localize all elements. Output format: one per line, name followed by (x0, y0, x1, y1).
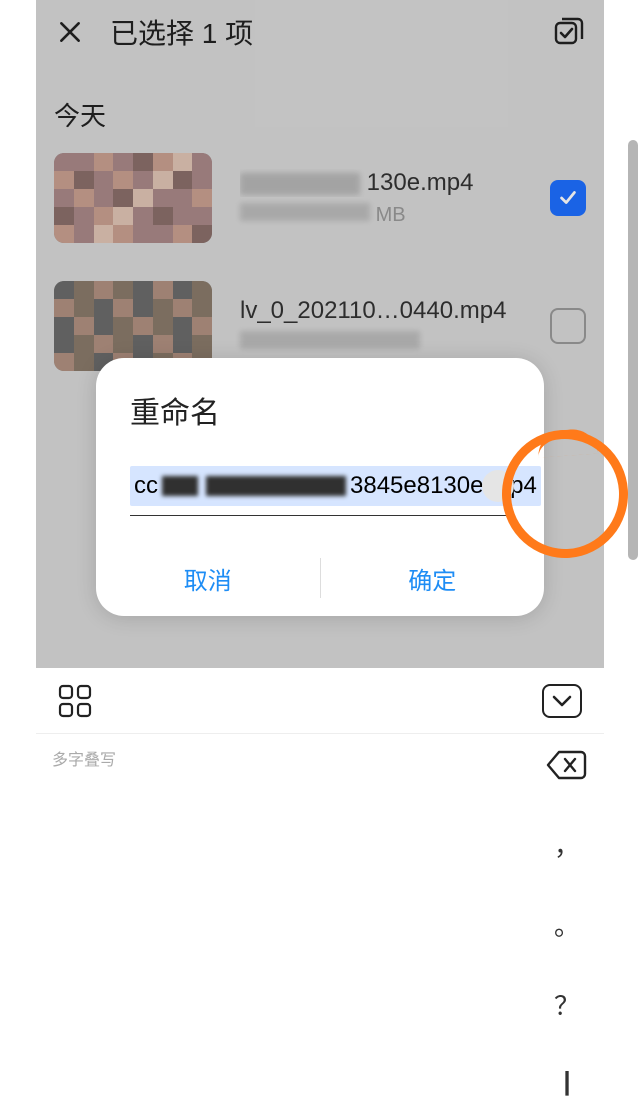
keyboard-toolbar (36, 668, 604, 734)
rename-input-wrap[interactable]: cc 3845e8130e.mp4 (130, 460, 510, 516)
punct-period[interactable]: 。 (554, 906, 580, 942)
dialog-title: 重命名 (96, 388, 544, 460)
dialog-buttons: 取消 确定 (96, 540, 544, 616)
app-screen: 已选择 1 项 今天 130e.mp4 MB (36, 0, 604, 668)
page-scrollbar[interactable] (628, 140, 638, 560)
confirm-button[interactable]: 确定 (321, 540, 545, 616)
backspace-icon[interactable] (545, 748, 589, 782)
clear-input-icon[interactable] (482, 470, 514, 502)
keyboard-switch-icon[interactable] (58, 684, 92, 718)
cancel-button[interactable]: 取消 (96, 540, 320, 616)
keyboard-body: 多字叠写 ， 。 ？ | (36, 734, 604, 1058)
punct-more[interactable]: | (563, 1066, 570, 1097)
keyboard-side-column: ， 。 ？ | (530, 734, 604, 1058)
handwriting-area[interactable]: 多字叠写 (36, 734, 530, 1058)
rename-input[interactable] (130, 460, 510, 516)
keyboard-collapse-icon[interactable] (542, 684, 582, 718)
handwriting-mode-label: 多字叠写 (52, 746, 514, 770)
punct-comma[interactable]: ， (554, 826, 580, 862)
rename-dialog: 重命名 cc 3845e8130e.mp4 取消 确定 (96, 358, 544, 616)
ime-keyboard: 多字叠写 ， 。 ？ | (36, 668, 604, 1058)
punct-question[interactable]: ？ (554, 986, 580, 1022)
